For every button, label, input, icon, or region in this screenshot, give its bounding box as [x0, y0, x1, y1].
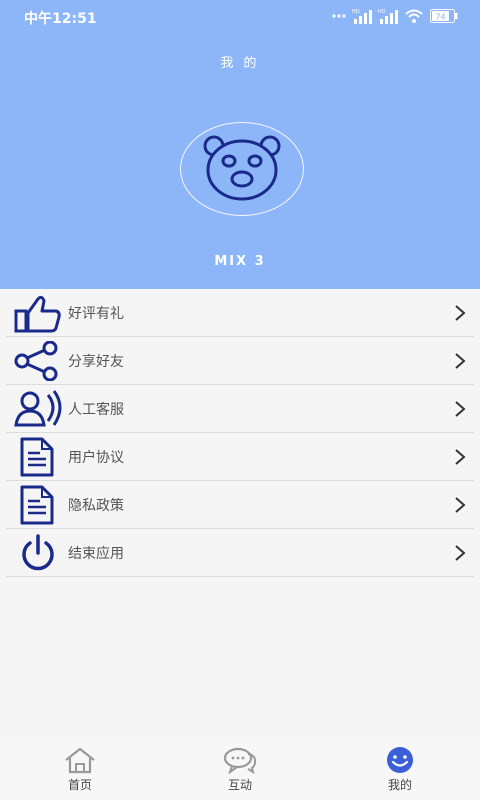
battery-icon: 74	[430, 9, 458, 23]
signal-hd-label-2: HD	[378, 9, 386, 15]
nav-label: 首页	[67, 778, 92, 792]
nav-interact[interactable]: 互动	[200, 746, 280, 798]
wifi-icon	[405, 9, 423, 23]
power-icon	[22, 534, 54, 571]
status-time: 中午12:51	[24, 11, 97, 27]
home-icon	[65, 747, 95, 774]
menu-item-share[interactable]: 分享好友	[6, 337, 474, 385]
battery-level: 74	[435, 13, 445, 22]
page-title: 我 的	[220, 56, 260, 71]
status-bar: 中午12:51 HD HD 74	[0, 0, 480, 32]
menu-item-label: 用户协议	[68, 450, 124, 466]
chevron-right-icon	[455, 449, 466, 465]
nav-home[interactable]: 首页	[40, 746, 120, 798]
bottom-nav: 首页 互动 我的	[0, 742, 480, 800]
thumbs-up-icon	[14, 295, 61, 333]
profile-header: 中午12:51 HD HD 74 我 的 MIX 3	[0, 0, 480, 289]
menu-item-label: 人工客服	[68, 402, 124, 418]
chevron-right-icon	[455, 353, 466, 369]
signal-icon-2: HD	[378, 9, 398, 24]
settings-menu: 好评有礼 分享好友 人工客服 用户协议 隐私政策 结束应用	[0, 289, 480, 577]
menu-item-label: 分享好友	[68, 354, 124, 370]
user-name: MIX 3	[214, 254, 266, 269]
menu-item-privacy-policy[interactable]: 隐私政策	[6, 481, 474, 529]
customer-service-icon	[14, 390, 62, 427]
chevron-right-icon	[455, 545, 466, 561]
menu-item-label: 结束应用	[68, 546, 124, 562]
smile-icon	[387, 747, 413, 773]
share-icon	[14, 341, 58, 381]
chevron-right-icon	[455, 497, 466, 513]
more-dots-icon	[332, 14, 346, 18]
menu-item-label: 好评有礼	[68, 306, 124, 322]
chevron-right-icon	[455, 401, 466, 417]
nav-mine[interactable]: 我的	[360, 746, 440, 798]
signal-hd-label: HD	[352, 9, 360, 15]
document-icon	[20, 437, 54, 477]
menu-item-rating[interactable]: 好评有礼	[6, 289, 474, 337]
chevron-right-icon	[455, 305, 466, 321]
nav-label: 我的	[387, 778, 412, 792]
signal-icon: HD	[352, 9, 372, 24]
chat-icon	[223, 747, 257, 774]
menu-item-user-agreement[interactable]: 用户协议	[6, 433, 474, 481]
menu-item-label: 隐私政策	[68, 498, 124, 514]
bear-avatar-icon[interactable]	[200, 134, 284, 202]
document-icon	[20, 485, 54, 525]
nav-label: 互动	[227, 778, 252, 792]
status-icons: HD HD 74	[332, 7, 458, 25]
menu-item-customer-service[interactable]: 人工客服	[6, 385, 474, 433]
menu-item-exit-app[interactable]: 结束应用	[6, 529, 474, 577]
